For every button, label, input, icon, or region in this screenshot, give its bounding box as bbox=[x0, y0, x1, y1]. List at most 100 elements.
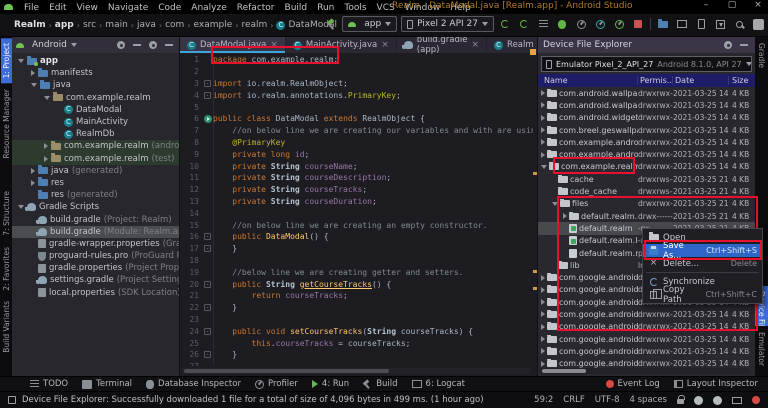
chevron-right-icon[interactable] bbox=[541, 299, 545, 305]
gear-icon[interactable] bbox=[722, 39, 734, 51]
attach-debugger-icon[interactable] bbox=[574, 17, 588, 31]
project-tree-item[interactable]: res (generated) bbox=[12, 189, 179, 201]
encoding[interactable]: UTF-8 bbox=[595, 395, 620, 405]
fold-icon[interactable] bbox=[204, 233, 211, 240]
run-class-icon[interactable] bbox=[204, 115, 212, 123]
file-table-row[interactable]: code_cachedrwxrws--2021-03-25 214 KB bbox=[538, 185, 755, 197]
project-tree-item[interactable]: java (generated) bbox=[12, 165, 179, 177]
file-table-row[interactable]: filesdrwxrwx--2021-03-25 214 KB bbox=[538, 198, 755, 210]
file-table-row[interactable]: com.google.android.drwxrwx--2021-03-25 1… bbox=[538, 333, 755, 345]
breadcrumb-item[interactable]: Realm bbox=[14, 20, 46, 30]
fold-icon[interactable] bbox=[204, 281, 211, 288]
chevron-right-icon[interactable] bbox=[541, 102, 545, 108]
device-select[interactable]: Pixel 2 API 27 bbox=[401, 16, 494, 32]
column-header-date[interactable]: Date bbox=[673, 76, 729, 85]
chevron-down-icon[interactable] bbox=[541, 165, 547, 169]
locate-file-icon[interactable] bbox=[115, 39, 127, 51]
breadcrumb-item[interactable]: java bbox=[137, 20, 156, 30]
run-config-select[interactable]: app bbox=[342, 16, 397, 32]
toolwindow-tab----project[interactable]: 1: Project bbox=[1, 38, 12, 83]
file-table-row[interactable]: com.google.android.drwxrwx--2021-03-25 1… bbox=[538, 308, 755, 320]
toolwindow-toggle-icon[interactable] bbox=[8, 396, 16, 404]
breadcrumb-item[interactable]: main bbox=[105, 20, 128, 30]
minimize-button[interactable]: – bbox=[700, 0, 712, 10]
chevron-down-icon[interactable] bbox=[44, 96, 50, 100]
menu-build[interactable]: Build bbox=[280, 3, 313, 13]
menu-item-open[interactable]: Open bbox=[643, 231, 762, 244]
file-table-row[interactable]: com.android.widgetpdrwxrwx--2021-03-25 1… bbox=[538, 112, 755, 124]
smiley-icon[interactable] bbox=[694, 396, 703, 405]
file-table-row[interactable]: cachedrwxrws--2021-03-25 214 KB bbox=[538, 173, 755, 185]
file-table-row[interactable]: com.google.android.drwxrwx--2021-03-25 1… bbox=[538, 345, 755, 357]
hide-panel-icon[interactable] bbox=[738, 39, 750, 51]
avatar-icon[interactable] bbox=[751, 17, 765, 31]
fold-icon[interactable] bbox=[204, 304, 211, 311]
project-tree-item[interactable]: RealmDb bbox=[12, 128, 179, 140]
close-icon[interactable]: × bbox=[472, 40, 480, 50]
chevron-right-icon[interactable] bbox=[541, 311, 545, 317]
apply-changes-icon[interactable] bbox=[498, 17, 512, 31]
project-tree-item[interactable]: DataModal bbox=[12, 104, 179, 116]
avd-manager-icon[interactable] bbox=[694, 17, 708, 31]
caret-position[interactable]: 59:2 bbox=[534, 395, 553, 405]
toolwindow-tab-build-variants[interactable]: Build Variants bbox=[1, 296, 12, 358]
error-badge-icon[interactable] bbox=[752, 396, 760, 404]
menu-item-synchronize[interactable]: Synchronize bbox=[643, 275, 762, 288]
toolwindow-button-terminal[interactable]: Terminal bbox=[82, 379, 132, 389]
breadcrumb-item[interactable]: app bbox=[55, 20, 74, 30]
chevron-right-icon[interactable] bbox=[31, 70, 35, 76]
lock-icon[interactable] bbox=[677, 399, 684, 404]
toolwindow-button----run[interactable]: 4: Run bbox=[312, 379, 349, 389]
search-everywhere-icon[interactable] bbox=[732, 17, 746, 31]
column-header-permis[interactable]: Permis... bbox=[638, 76, 673, 85]
toolwindow-button-database-inspector[interactable]: Database Inspector bbox=[146, 379, 241, 389]
project-tree-item[interactable]: proguard-rules.pro (ProGuard Rules fo bbox=[12, 250, 179, 262]
toolwindow-tab----structure[interactable]: 7: Structure bbox=[1, 186, 12, 241]
project-tree-item[interactable]: Gradle Scripts bbox=[12, 201, 179, 213]
project-tree-item[interactable]: build.gradle (Module: Realm.app) bbox=[12, 226, 179, 238]
code-editor[interactable]: 1package com.example.realm;23import io.r… bbox=[180, 54, 533, 366]
editor-tab-datamodal-java[interactable]: DataModal.java× bbox=[180, 37, 286, 53]
file-table-row[interactable]: com.example.androiddrwxrwx--2021-03-25 1… bbox=[538, 136, 755, 148]
editor-tab-build-gradle--app-[interactable]: build.gradle (app)× bbox=[397, 37, 487, 53]
chevron-right-icon[interactable] bbox=[541, 90, 545, 96]
menu-analyze[interactable]: Analyze bbox=[186, 3, 231, 13]
debug-icon[interactable] bbox=[555, 17, 569, 31]
menu-item-copy-path[interactable]: Copy PathCtrl+Shift+C bbox=[643, 288, 762, 301]
toolwindow-tab-gradle[interactable]: Gradle bbox=[755, 38, 768, 73]
apply-code-changes-icon[interactable] bbox=[517, 17, 531, 31]
editor-tab-mainactivity-java[interactable]: MainActivity.java× bbox=[286, 37, 397, 53]
file-table-row[interactable]: com.example.androiddrwxrwx--2021-03-25 1… bbox=[538, 148, 755, 160]
project-tree-item[interactable]: app bbox=[12, 55, 179, 67]
close-icon[interactable]: × bbox=[381, 40, 389, 50]
file-table-row[interactable]: default.realm.mdrwx------2021-03-25 214 … bbox=[538, 210, 755, 222]
file-table-row[interactable]: com.android.wallpapdrwxrwx--2021-03-25 1… bbox=[538, 87, 755, 99]
fold-icon[interactable] bbox=[204, 80, 211, 87]
chevron-right-icon[interactable] bbox=[541, 361, 545, 367]
chevron-right-icon[interactable] bbox=[31, 180, 35, 186]
toolwindow-tab-resource-manager[interactable]: Resource Manager bbox=[1, 84, 12, 164]
menu-tools[interactable]: Tools bbox=[339, 3, 371, 13]
chevron-right-icon[interactable] bbox=[541, 336, 545, 342]
chevron-right-icon[interactable] bbox=[44, 156, 48, 162]
toolwindow-button-event-log[interactable]: Event Log bbox=[606, 379, 660, 389]
menu-run[interactable]: Run bbox=[312, 3, 339, 13]
menu-file[interactable]: File bbox=[19, 3, 44, 13]
project-tree-item[interactable]: res bbox=[12, 177, 179, 189]
close-icon[interactable]: × bbox=[270, 40, 278, 50]
file-table-row[interactable]: com.android.wallpapdrwxrwx--2021-03-25 1… bbox=[538, 99, 755, 111]
device-selector-combo[interactable]: Emulator Pixel_2_API_27 Android 8.1.0, A… bbox=[541, 56, 752, 72]
chevron-right-icon[interactable] bbox=[541, 152, 545, 158]
fold-icon[interactable] bbox=[204, 245, 211, 252]
chevron-right-icon[interactable] bbox=[541, 348, 545, 354]
indent-setting[interactable]: 4 spaces bbox=[630, 395, 667, 405]
profiler-icon[interactable] bbox=[593, 17, 607, 31]
chevron-right-icon[interactable] bbox=[541, 287, 545, 293]
toolwindow-button-layout-inspector[interactable]: Layout Inspector bbox=[674, 379, 758, 389]
column-header-size[interactable]: Size bbox=[729, 76, 755, 85]
profile-app-icon[interactable] bbox=[612, 17, 626, 31]
chevron-down-icon[interactable] bbox=[18, 59, 24, 63]
maximize-button[interactable]: ▢ bbox=[726, 0, 738, 10]
line-ending[interactable]: CRLF bbox=[563, 395, 584, 405]
breadcrumb-item[interactable]: com bbox=[165, 20, 184, 30]
